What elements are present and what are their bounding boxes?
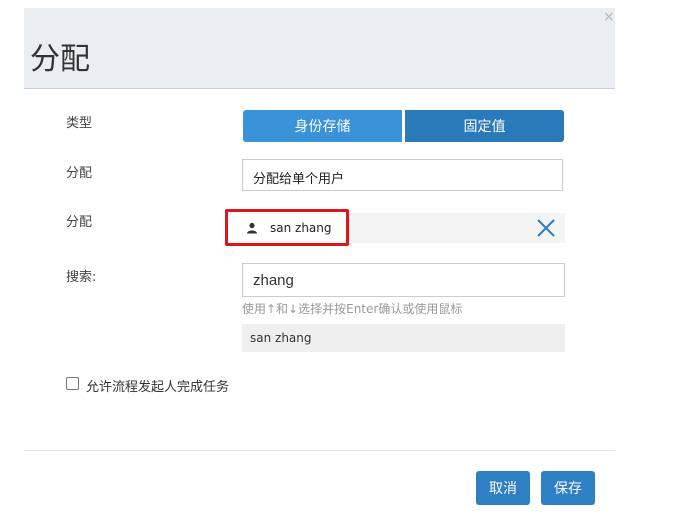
search-hint: 使用↑和↓选择并按Enter确认或使用鼠标	[242, 302, 463, 316]
assign-mode-value: 分配给单个用户	[253, 172, 345, 187]
dialog-header: 分配	[24, 8, 615, 89]
type-option-identity-store[interactable]: 身份存储	[243, 110, 402, 142]
assignee-chip[interactable]: san zhang	[225, 209, 349, 246]
close-icon[interactable]: ×	[603, 10, 615, 24]
search-result-item[interactable]: san zhang	[242, 324, 565, 352]
search-input[interactable]	[242, 263, 565, 297]
dialog-title: 分配	[30, 42, 90, 77]
allow-initiator-checkbox[interactable]	[66, 377, 79, 390]
save-button[interactable]: 保存	[541, 471, 595, 505]
allow-initiator-label: 允许流程发起人完成任务	[86, 380, 230, 395]
assign-dialog: 分配	[24, 0, 615, 516]
type-option-fixed-value[interactable]: 固定值	[405, 110, 564, 142]
user-icon	[247, 222, 257, 234]
search-result-label: san zhang	[250, 331, 312, 345]
type-label: 类型	[66, 116, 93, 131]
assignee-label: 分配	[66, 215, 93, 230]
assign-mode-label: 分配	[66, 166, 93, 181]
cancel-button[interactable]: 取消	[476, 471, 530, 505]
footer-divider	[24, 450, 615, 451]
search-label: 搜索:	[66, 270, 97, 285]
assignee-name: san zhang	[270, 221, 332, 235]
close-x-icon[interactable]	[536, 218, 556, 238]
assign-mode-select[interactable]: 分配给单个用户	[242, 159, 563, 191]
